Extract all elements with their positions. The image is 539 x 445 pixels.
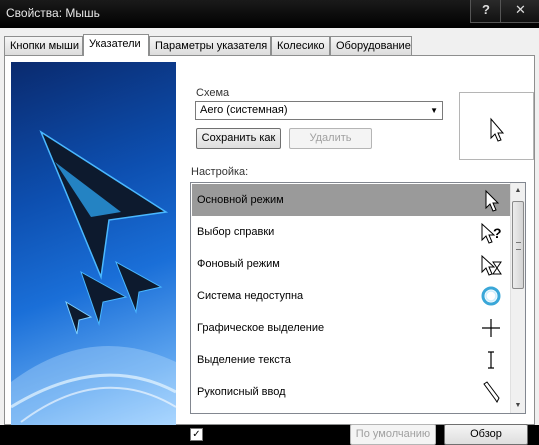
- pointers-panel: Схема Aero (системная) ▼ Сохранить как У…: [4, 55, 535, 445]
- window-title: Свойства: Мышь: [6, 6, 100, 20]
- list-item-text-select[interactable]: Выделение текста: [192, 344, 510, 376]
- list-scrollbar[interactable]: ▲ ▼: [510, 183, 525, 413]
- help-button[interactable]: ?: [470, 0, 502, 23]
- scrollbar-thumb[interactable]: [512, 201, 524, 289]
- precision-cross-cursor-icon: [482, 319, 500, 337]
- cursor-preview: [459, 92, 534, 160]
- cursor-list[interactable]: Основной режим Выбор справки ? Фоновый р…: [190, 182, 526, 414]
- dialog-body: Кнопки мыши Указатели Параметры указател…: [0, 28, 539, 445]
- list-item-help-select[interactable]: Выбор справки ?: [192, 216, 510, 248]
- tab-pointer-options[interactable]: Параметры указателя: [149, 36, 271, 55]
- tab-pointers[interactable]: Указатели: [83, 34, 149, 56]
- pointer-shadow-label: Включить тень указателя: [205, 427, 334, 439]
- scheme-group-label: Схема: [196, 87, 230, 99]
- scroll-up-arrow-icon[interactable]: ▲: [511, 183, 525, 198]
- settings-label: Настройка:: [191, 166, 249, 178]
- tab-hardware[interactable]: Оборудование: [330, 36, 412, 55]
- arrow-cursor-icon: [490, 117, 505, 142]
- svg-text:?: ?: [493, 225, 502, 241]
- tab-mouse-buttons[interactable]: Кнопки мыши: [4, 36, 83, 55]
- list-item-precision-select[interactable]: Графическое выделение: [192, 312, 510, 344]
- handwriting-pen-cursor-icon: [483, 381, 500, 403]
- text-beam-cursor-icon: [488, 351, 494, 369]
- dropdown-arrow-icon[interactable]: ▼: [430, 102, 438, 119]
- delete-button[interactable]: Удалить: [289, 128, 372, 149]
- title-bar[interactable]: Свойства: Мышь ? ✕: [0, 0, 539, 28]
- help-select-cursor-icon: ?: [481, 222, 502, 244]
- arrow-cursor-icon: [485, 189, 500, 212]
- scheme-dropdown[interactable]: Aero (системная) ▼: [195, 101, 443, 120]
- working-in-background-cursor-icon: [481, 254, 502, 276]
- scroll-down-arrow-icon[interactable]: ▼: [511, 398, 525, 413]
- theme-artwork-image: [11, 62, 176, 425]
- checkbox-box[interactable]: ✓: [190, 428, 203, 441]
- grip-icon: [516, 242, 521, 250]
- tab-wheel[interactable]: Колесико: [271, 36, 330, 55]
- list-item-busy[interactable]: Система недоступна: [192, 280, 510, 312]
- scheme-selected-value: Aero (системная): [200, 104, 288, 116]
- close-button[interactable]: ✕: [500, 0, 539, 23]
- use-default-button[interactable]: По умолчанию: [350, 424, 436, 445]
- list-item-working-background[interactable]: Фоновый режим: [192, 248, 510, 280]
- browse-button[interactable]: Обзор: [444, 424, 528, 445]
- save-as-button[interactable]: Сохранить как: [196, 128, 281, 149]
- list-item-normal-select[interactable]: Основной режим: [192, 184, 510, 216]
- list-item-handwriting[interactable]: Рукописный ввод: [192, 376, 510, 408]
- busy-ring-cursor-icon: [481, 286, 501, 306]
